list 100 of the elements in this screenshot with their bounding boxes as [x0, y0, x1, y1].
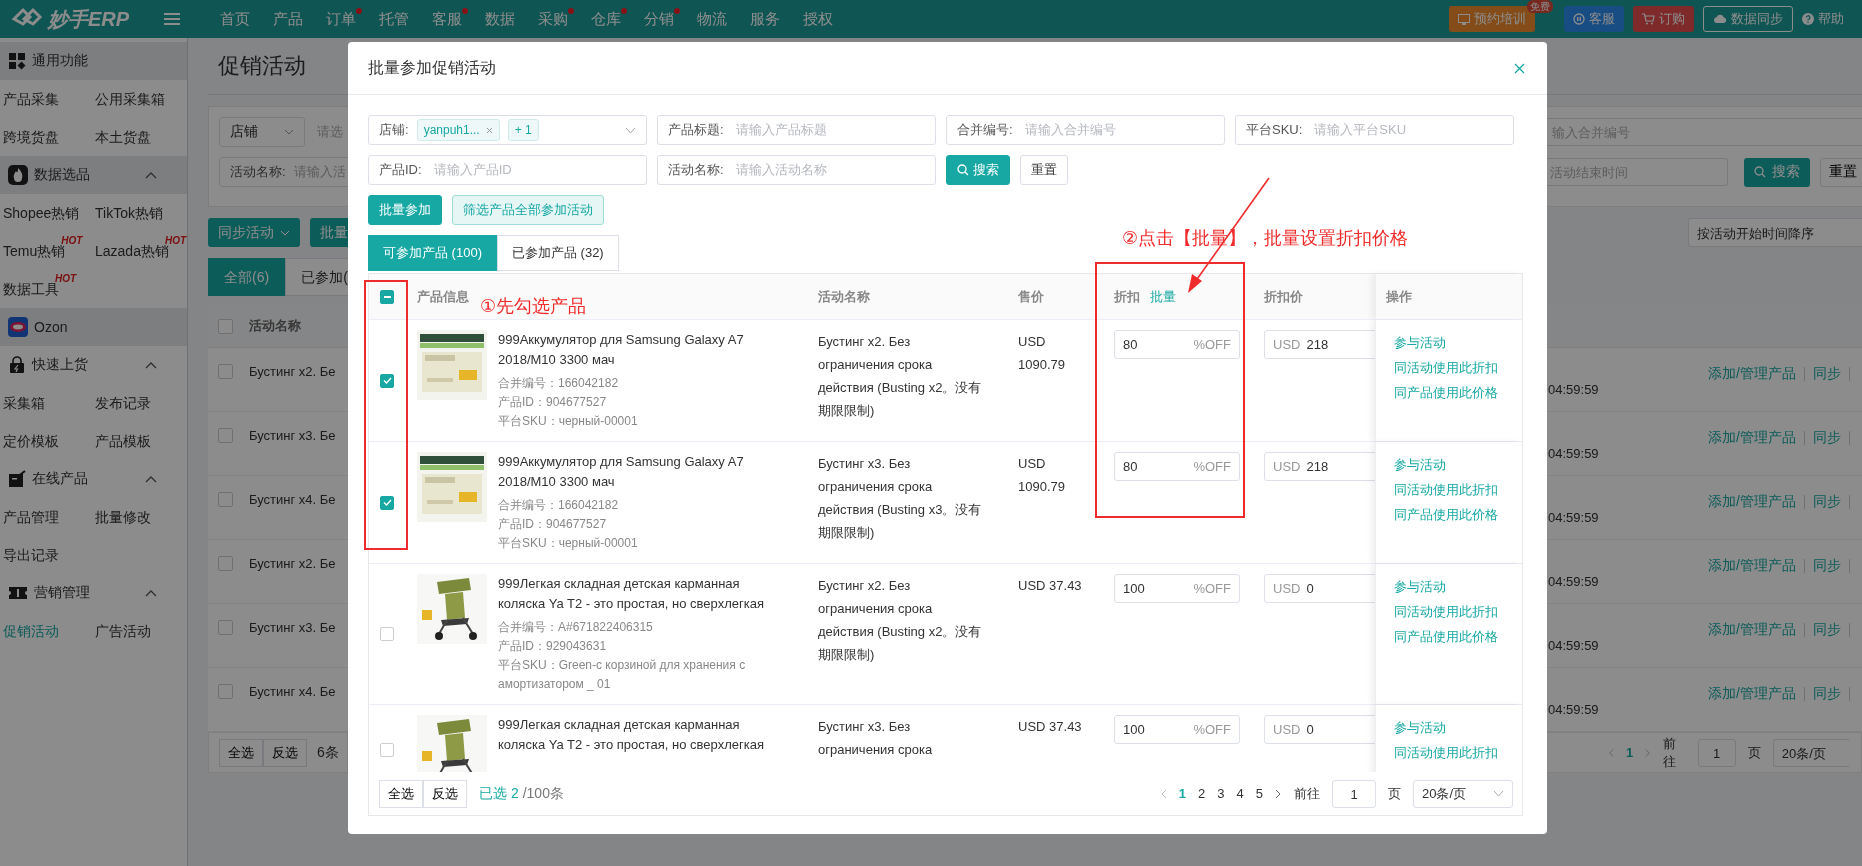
sidebar-item[interactable]: 产品管理: [0, 507, 59, 527]
filter-field[interactable]: 产品标题: 请输入产品标题: [657, 115, 936, 145]
checkbox[interactable]: [218, 428, 233, 443]
checkbox[interactable]: [218, 684, 233, 699]
menu-icon[interactable]: [164, 12, 180, 26]
action-link[interactable]: 同产品使用此价格: [1394, 502, 1498, 527]
sidebar-item[interactable]: 跨境货盘: [0, 127, 59, 147]
page-input[interactable]: 1: [1332, 779, 1376, 808]
sidebar-item[interactable]: 产品采集: [0, 89, 59, 109]
sidebar-item[interactable]: 定价模板: [0, 431, 59, 451]
nav-item[interactable]: 分销: [644, 9, 674, 27]
batch-link[interactable]: 批量: [1150, 287, 1176, 306]
previous-page-icon[interactable]: [1608, 747, 1614, 758]
action-link[interactable]: 参与活动: [1394, 452, 1446, 477]
action-link[interactable]: 同活动使用此折扣: [1394, 740, 1498, 765]
checkbox[interactable]: [218, 556, 233, 571]
checkbox[interactable]: [218, 620, 233, 635]
checkbox[interactable]: [218, 318, 233, 334]
data-sync-button[interactable]: 数据同步: [1703, 6, 1793, 32]
nav-item[interactable]: 仓库: [591, 9, 621, 27]
page-number[interactable]: 5: [1255, 786, 1263, 801]
invert-selection-button[interactable]: 反选: [263, 738, 307, 767]
select-all-button[interactable]: 全选: [219, 738, 263, 767]
nav-item[interactable]: 首页: [220, 9, 250, 27]
page-size-select[interactable]: 20条/页: [1413, 779, 1513, 808]
nav-item[interactable]: 服务: [750, 9, 780, 27]
action-link[interactable]: 添加/管理产品: [1708, 685, 1796, 703]
sidebar-item[interactable]: Shopee热销: [0, 203, 80, 223]
discount-input[interactable]: 80 %OFF: [1114, 330, 1240, 359]
sort-select[interactable]: 按活动开始时间降序: [1688, 218, 1862, 247]
close-icon[interactable]: [1514, 62, 1525, 74]
search-button[interactable]: 搜索: [1744, 157, 1810, 187]
filter-field[interactable]: 平台SKU: 请输入平台SKU: [1235, 115, 1514, 145]
action-link[interactable]: 参与活动: [1394, 715, 1446, 740]
tab[interactable]: 全部(6): [208, 258, 286, 296]
store-tag[interactable]: + 1: [507, 119, 539, 141]
action-link[interactable]: 同产品使用此价格: [1394, 624, 1498, 649]
tab[interactable]: 已参加产品 (32): [496, 235, 619, 271]
reset-button[interactable]: 重置: [1820, 157, 1862, 187]
select-all-checkbox[interactable]: [380, 289, 394, 304]
action-link[interactable]: 添加/管理产品: [1708, 365, 1796, 383]
action-link[interactable]: 参与活动: [1394, 330, 1446, 355]
action-link[interactable]: 同活动使用此折扣: [1394, 599, 1498, 624]
batch-button[interactable]: 批量: [310, 218, 348, 247]
checkbox[interactable]: [380, 495, 394, 510]
discount-input[interactable]: 80 %OFF: [1114, 452, 1240, 481]
chevron-icon[interactable]: [145, 475, 157, 483]
action-link[interactable]: 同步: [1812, 685, 1841, 703]
action-link[interactable]: 同步: [1812, 365, 1841, 383]
action-link[interactable]: 添加/管理产品: [1708, 493, 1796, 511]
filter-field[interactable]: 店铺: yanpuh1... + 1: [368, 115, 647, 145]
sidebar-item[interactable]: 批量修改: [92, 507, 151, 527]
action-link[interactable]: 同步: [1812, 429, 1841, 447]
discount-input[interactable]: 100 %OFF: [1114, 574, 1240, 603]
page-input[interactable]: 1: [1697, 738, 1736, 767]
checkbox[interactable]: [218, 492, 233, 507]
batch-join-button[interactable]: 批量参加: [368, 195, 442, 225]
checkbox[interactable]: [218, 364, 233, 379]
page-number[interactable]: 2: [1198, 786, 1206, 801]
close-icon[interactable]: [485, 126, 493, 134]
sidebar-item[interactable]: 公用采集箱: [92, 89, 165, 109]
page-number[interactable]: 3: [1217, 786, 1225, 801]
sync-activity-button[interactable]: 同步活动: [208, 218, 300, 247]
action-link[interactable]: 同活动使用此折扣: [1394, 355, 1498, 380]
help-link[interactable]: 帮助: [1802, 10, 1844, 28]
sidebar-item[interactable]: 产品模板: [92, 431, 151, 451]
chevron-icon[interactable]: [145, 361, 157, 369]
order-button[interactable]: 订购: [1633, 6, 1694, 32]
section-header[interactable]: 通用功能: [0, 42, 187, 80]
store-select[interactable]: 店铺: [219, 117, 305, 147]
filter-join-button[interactable]: 筛选产品全部参加活动: [452, 195, 604, 225]
sidebar-item[interactable]: 发布记录: [92, 393, 151, 413]
sidebar-item[interactable]: 本土货盘: [92, 127, 151, 147]
action-link[interactable]: 同活动使用此折扣: [1394, 477, 1498, 502]
search-button[interactable]: 搜索: [946, 155, 1010, 185]
action-link[interactable]: 同步: [1812, 621, 1841, 639]
section-header[interactable]: Ozon: [0, 308, 187, 346]
action-link[interactable]: 添加/管理产品: [1708, 621, 1796, 639]
sidebar-item[interactable]: 促销活动: [0, 621, 59, 641]
nav-item[interactable]: 授权: [803, 9, 833, 27]
chevron-icon[interactable]: [145, 589, 157, 597]
nav-item[interactable]: 采购: [538, 9, 568, 27]
checkbox[interactable]: [380, 627, 394, 641]
action-link[interactable]: 同产品使用此价格: [1394, 380, 1498, 405]
sidebar-item[interactable]: 导出记录: [0, 545, 59, 565]
chevron-icon[interactable]: [145, 171, 157, 179]
nav-item[interactable]: 订单: [326, 9, 356, 27]
select-all-button[interactable]: 全选: [379, 779, 423, 808]
action-link[interactable]: 添加/管理产品: [1708, 429, 1796, 447]
nav-item[interactable]: 客服: [432, 9, 462, 27]
sidebar-item[interactable]: 广告活动: [92, 621, 151, 641]
action-link[interactable]: 同步: [1812, 557, 1841, 575]
action-link[interactable]: 参与活动: [1394, 574, 1446, 599]
page-size-select[interactable]: 20条/页: [1772, 738, 1849, 767]
filter-field[interactable]: 产品ID: 请输入产品ID: [368, 155, 647, 185]
customer-service-button[interactable]: 客服: [1564, 6, 1624, 32]
discount-input[interactable]: 100 %OFF: [1114, 715, 1240, 744]
invert-selection-button[interactable]: 反选: [423, 779, 467, 808]
page-number[interactable]: 1: [1626, 745, 1634, 760]
nav-item[interactable]: 物流: [697, 9, 727, 27]
